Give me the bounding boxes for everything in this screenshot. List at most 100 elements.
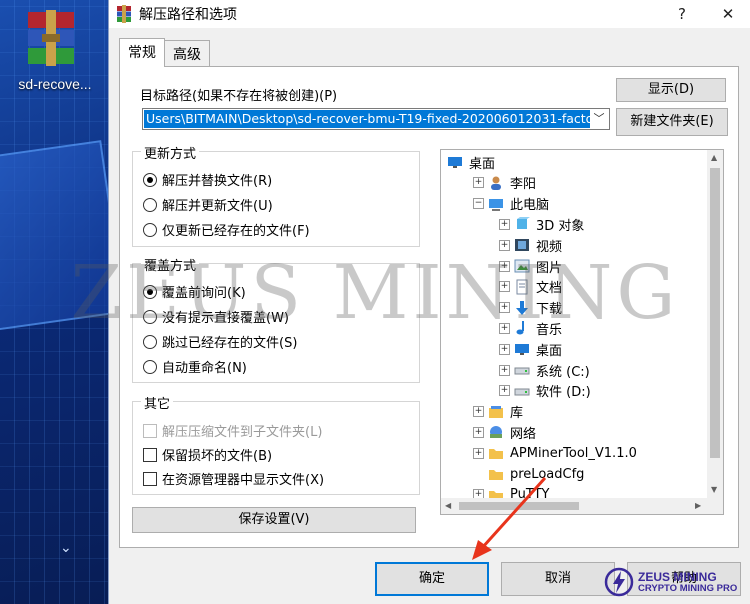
- horizontal-scrollbar[interactable]: ◀ ▶: [441, 498, 707, 514]
- drive-icon: [514, 367, 530, 375]
- help-icon[interactable]: ?: [659, 5, 705, 23]
- expand-icon[interactable]: +: [499, 218, 510, 230]
- tree-node[interactable]: 桌面: [447, 152, 495, 172]
- expand-icon[interactable]: +: [499, 343, 510, 355]
- radio-label: 没有提示直接覆盖(W): [162, 311, 289, 326]
- expand-icon[interactable]: +: [473, 177, 484, 189]
- tree-node[interactable]: + 图片: [499, 256, 562, 276]
- scroll-right-icon[interactable]: ▶: [695, 501, 701, 510]
- radio-skip-existing[interactable]: 跳过已经存在的文件(S): [143, 332, 297, 351]
- tree-node-label: preLoadCfg: [510, 466, 585, 482]
- title-bar[interactable]: 解压路径和选项 ? ✕: [109, 0, 750, 28]
- radio-auto-rename[interactable]: 自动重命名(N): [143, 357, 247, 376]
- checkbox-icon[interactable]: [143, 471, 157, 486]
- tree-node[interactable]: − 此电脑: [473, 194, 549, 214]
- checkbox-extract-to-subfolder[interactable]: 解压压缩文件到子文件夹(L): [143, 421, 322, 440]
- checkbox-label: 保留损坏的文件(B): [162, 449, 273, 464]
- tree-node[interactable]: + 系统 (C:): [499, 360, 590, 380]
- radio-icon[interactable]: [143, 359, 157, 374]
- expand-icon[interactable]: +: [473, 406, 484, 418]
- cancel-button[interactable]: 取消: [501, 562, 615, 596]
- 3d-objects-icon: [517, 217, 530, 230]
- destination-path-input[interactable]: Users\BITMAIN\Desktop\sd-recover-bmu-T19…: [144, 110, 590, 128]
- expand-icon[interactable]: +: [499, 302, 510, 314]
- vertical-scroll-thumb[interactable]: [710, 168, 720, 458]
- ok-button[interactable]: 确定: [375, 562, 489, 596]
- library-icon: [489, 405, 503, 418]
- radio-update[interactable]: 解压并更新文件(U): [143, 195, 273, 214]
- tree-node-label: 下载: [536, 302, 563, 318]
- expand-icon[interactable]: +: [499, 260, 510, 272]
- update-mode-group: 更新方式 解压并替换文件(R) 解压并更新文件(U) 仅更新已经存在的文件(F): [132, 143, 420, 247]
- tree-node-label: 库: [510, 406, 524, 422]
- folder-tree[interactable]: 桌面 + 李阳 − 此电脑 +3D 对象 + 视频 + 图片 + 文档 + 下载 + 音乐 + 桌面 + 系统 (C:…: [440, 149, 724, 515]
- scroll-left-icon[interactable]: ◀: [445, 501, 451, 510]
- close-icon[interactable]: ✕: [705, 5, 750, 23]
- drive-icon: [514, 388, 530, 396]
- tree-node-label: 图片: [536, 260, 563, 276]
- desktop-icon: [448, 157, 462, 168]
- tree-node-label: 音乐: [536, 322, 563, 338]
- tree-node[interactable]: preLoadCfg: [473, 464, 584, 484]
- checkbox-icon[interactable]: [143, 423, 157, 438]
- expand-icon[interactable]: +: [499, 364, 510, 376]
- scroll-up-icon[interactable]: ▲: [711, 153, 717, 162]
- winrar-archive-icon[interactable]: [22, 8, 80, 72]
- tree-node-label: 文档: [536, 281, 563, 297]
- radio-freshen[interactable]: 仅更新已经存在的文件(F): [143, 220, 310, 239]
- radio-selected-icon[interactable]: [143, 284, 157, 299]
- tree-node[interactable]: + 音乐: [499, 318, 562, 338]
- radio-overwrite-without-prompt[interactable]: 没有提示直接覆盖(W): [143, 307, 289, 326]
- tree-node[interactable]: + 视频: [499, 235, 562, 255]
- destination-path-combobox[interactable]: Users\BITMAIN\Desktop\sd-recover-bmu-T19…: [142, 108, 610, 130]
- horizontal-scroll-thumb[interactable]: [459, 502, 579, 510]
- checkbox-show-in-explorer[interactable]: 在资源管理器中显示文件(X): [143, 469, 324, 488]
- expand-icon[interactable]: +: [473, 426, 484, 438]
- checkbox-icon[interactable]: [143, 447, 157, 462]
- overwrite-mode-group: 覆盖方式 覆盖前询问(K) 没有提示直接覆盖(W) 跳过已经存在的文件(S) 自…: [132, 255, 420, 383]
- radio-label: 覆盖前询问(K): [162, 286, 246, 301]
- expand-icon[interactable]: +: [499, 281, 510, 293]
- folder-tree-list: 桌面 + 李阳 − 此电脑 +3D 对象 + 视频 + 图片 + 文档 + 下载 + 音乐 + 桌面 + 系统 (C:…: [441, 150, 723, 514]
- update-mode-title: 更新方式: [141, 143, 200, 162]
- radio-icon[interactable]: [143, 222, 157, 237]
- tree-node[interactable]: + 文档: [499, 277, 562, 297]
- tree-node[interactable]: + APMinerTool_V1.1.0: [473, 443, 637, 463]
- radio-label: 跳过已经存在的文件(S): [162, 336, 298, 351]
- save-settings-button[interactable]: 保存设置(V): [132, 507, 416, 533]
- expand-icon[interactable]: +: [499, 239, 510, 251]
- overwrite-mode-title: 覆盖方式: [141, 255, 200, 274]
- collapse-icon[interactable]: −: [473, 198, 484, 210]
- expand-icon[interactable]: +: [499, 322, 510, 334]
- tab-general[interactable]: 常规: [119, 38, 165, 67]
- expand-icon[interactable]: +: [499, 385, 510, 397]
- tree-node[interactable]: + 桌面: [499, 339, 562, 359]
- tree-node[interactable]: + 网络: [473, 422, 536, 442]
- tab-advanced[interactable]: 高级: [164, 40, 210, 66]
- tree-node[interactable]: + 库: [473, 402, 523, 422]
- tree-node[interactable]: +3D 对象: [499, 214, 584, 234]
- radio-icon[interactable]: [143, 309, 157, 324]
- radio-icon[interactable]: [143, 334, 157, 349]
- tree-node[interactable]: + 下载: [499, 298, 562, 318]
- radio-icon[interactable]: [143, 197, 157, 212]
- tree-node-label: 视频: [536, 239, 563, 255]
- radio-ask-before-overwrite[interactable]: 覆盖前询问(K): [143, 282, 246, 301]
- desktop-file-label[interactable]: sd-recove...: [2, 76, 108, 92]
- new-folder-button[interactable]: 新建文件夹(E): [616, 108, 728, 136]
- radio-selected-icon[interactable]: [143, 172, 157, 187]
- expand-icon[interactable]: +: [473, 447, 484, 459]
- help-button[interactable]: 帮助: [627, 562, 741, 596]
- network-icon: [490, 426, 502, 439]
- user-icon: [491, 176, 501, 190]
- radio-label: 仅更新已经存在的文件(F): [162, 224, 310, 239]
- misc-title: 其它: [141, 393, 174, 412]
- vertical-scrollbar[interactable]: ▲ ▼: [707, 150, 723, 498]
- scroll-down-icon[interactable]: ▼: [711, 485, 717, 494]
- checkbox-keep-broken-files[interactable]: 保留损坏的文件(B): [143, 445, 272, 464]
- tree-node[interactable]: + 李阳: [473, 173, 536, 193]
- chevron-down-icon[interactable]: ﹀: [589, 109, 609, 129]
- radio-replace[interactable]: 解压并替换文件(R): [143, 170, 272, 189]
- show-button[interactable]: 显示(D): [616, 78, 726, 102]
- tree-node[interactable]: + 软件 (D:): [499, 381, 591, 401]
